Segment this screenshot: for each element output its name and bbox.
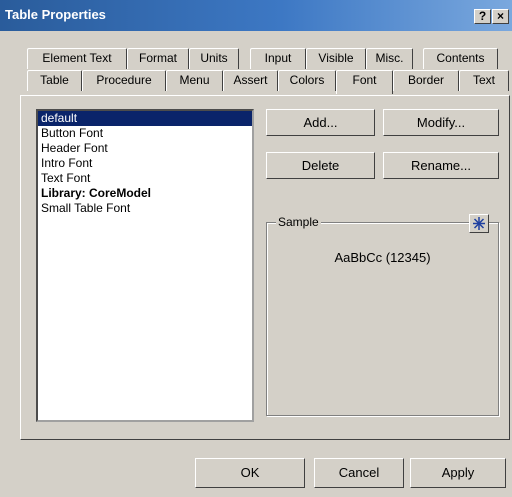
tab-text[interactable]: Text xyxy=(459,70,509,91)
table-properties-dialog: Table Properties ? × Element Text Format… xyxy=(0,0,512,497)
tab-colors[interactable]: Colors xyxy=(278,70,336,91)
apply-button[interactable]: Apply xyxy=(410,458,506,488)
tab-assert[interactable]: Assert xyxy=(223,70,278,91)
tab-input[interactable]: Input xyxy=(250,48,306,69)
help-button[interactable]: ? xyxy=(474,9,491,24)
asterisk-icon xyxy=(473,217,485,230)
font-list-item[interactable]: Small Table Font xyxy=(38,201,252,216)
font-list[interactable]: default Button Font Header Font Intro Fo… xyxy=(36,109,254,422)
font-list-item[interactable]: default xyxy=(38,111,252,126)
sample-group-label: Sample xyxy=(276,215,321,229)
tab-font[interactable]: Font xyxy=(336,70,393,94)
tab-table[interactable]: Table xyxy=(27,70,82,91)
cancel-button[interactable]: Cancel xyxy=(314,458,404,488)
rename-button[interactable]: Rename... xyxy=(383,152,499,179)
font-list-item[interactable]: Library: CoreModel xyxy=(38,186,252,201)
modify-button[interactable]: Modify... xyxy=(383,109,499,136)
tab-menu[interactable]: Menu xyxy=(166,70,223,91)
tab-contents[interactable]: Contents xyxy=(423,48,498,69)
close-icon: × xyxy=(496,9,504,23)
font-list-item[interactable]: Header Font xyxy=(38,141,252,156)
font-list-item[interactable]: Text Font xyxy=(38,171,252,186)
help-icon: ? xyxy=(478,9,487,23)
delete-button[interactable]: Delete xyxy=(266,152,375,179)
tab-visible[interactable]: Visible xyxy=(306,48,366,69)
ok-button[interactable]: OK xyxy=(195,458,305,488)
title-bar[interactable]: Table Properties ? × xyxy=(0,0,512,31)
tab-element-text[interactable]: Element Text xyxy=(27,48,127,69)
close-button[interactable]: × xyxy=(492,9,509,24)
window-title: Table Properties xyxy=(5,7,106,22)
font-sample-text: AaBbCc (12345) xyxy=(334,250,431,265)
tab-misc[interactable]: Misc. xyxy=(366,48,413,69)
tab-border[interactable]: Border xyxy=(393,70,459,91)
sample-color-button[interactable] xyxy=(469,214,489,233)
tab-procedure[interactable]: Procedure xyxy=(82,70,166,91)
tab-format[interactable]: Format xyxy=(127,48,189,69)
font-list-item[interactable]: Intro Font xyxy=(38,156,252,171)
tab-units[interactable]: Units xyxy=(189,48,239,69)
add-button[interactable]: Add... xyxy=(266,109,375,136)
font-list-item[interactable]: Button Font xyxy=(38,126,252,141)
